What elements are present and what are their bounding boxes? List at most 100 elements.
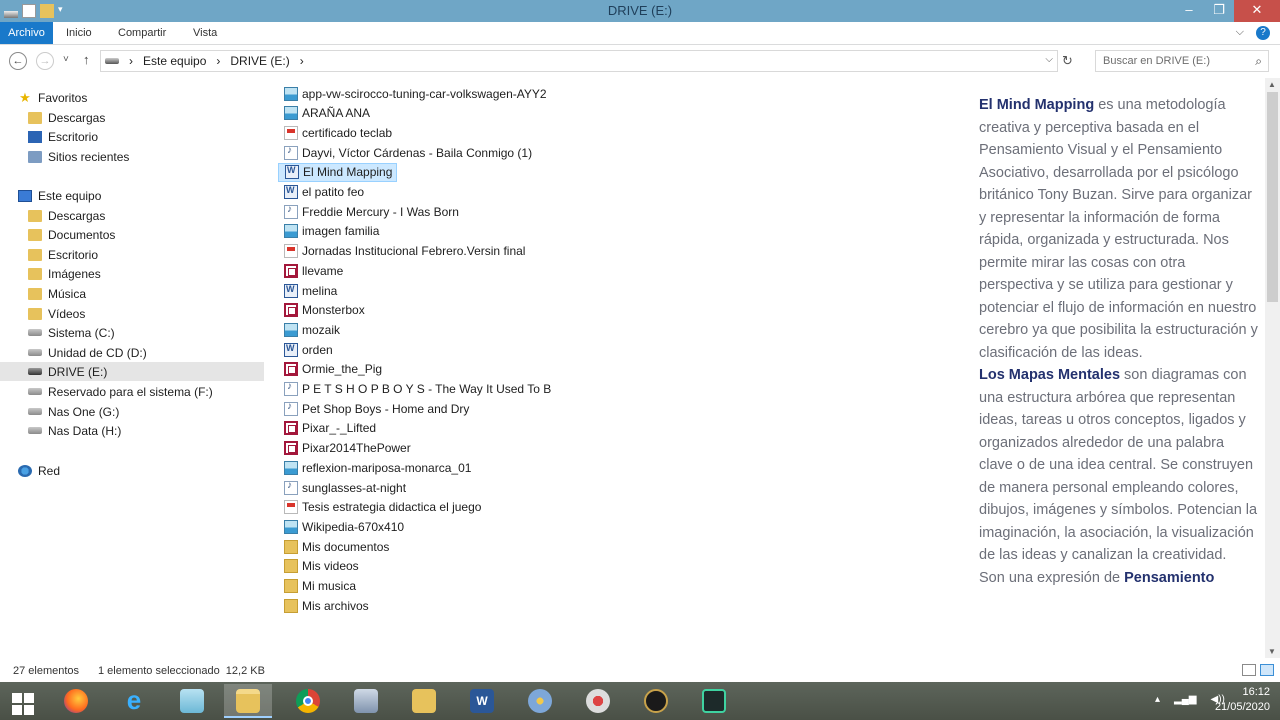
start-button[interactable] — [0, 684, 48, 718]
file-row[interactable]: ARAÑA ANA — [278, 104, 374, 123]
file-row[interactable]: certificado teclab — [278, 123, 396, 142]
breadcrumb-este-equipo[interactable]: Este equipo — [143, 54, 206, 68]
search-input[interactable]: Buscar en DRIVE (E:) ⌕ — [1095, 50, 1269, 72]
nav-drive-e[interactable]: DRIVE (E:) — [0, 362, 264, 381]
search-icon[interactable]: ⌕ — [1255, 54, 1262, 69]
nav-fav-descargas[interactable]: Descargas — [0, 108, 264, 127]
recent-locations-icon[interactable]: ˅ — [63, 54, 69, 65]
preview-heading-mapas-mentales: Los Mapas Mentales — [979, 367, 1121, 383]
hard-drive-icon — [28, 388, 42, 395]
nav-label: Vídeos — [48, 306, 86, 321]
up-button[interactable]: ↑ — [83, 52, 90, 67]
internet-explorer-icon[interactable]: e — [110, 684, 158, 718]
address-bar[interactable]: › Este equipo › DRIVE (E:) › ⌵ — [100, 50, 1058, 72]
nav-nas-data-h[interactable]: Nas Data (H:) — [0, 421, 264, 440]
keyboard-icon[interactable] — [342, 684, 390, 718]
large-icons-view-icon[interactable] — [1260, 664, 1274, 676]
firefox-icon[interactable] — [52, 684, 100, 718]
nav-red[interactable]: Red — [0, 461, 264, 480]
file-row[interactable]: Tesis estrategia didactica el juego — [278, 498, 485, 517]
file-row[interactable]: El Mind Mapping — [278, 162, 398, 182]
preview-text: El Mind Mapping es una metodología creat… — [979, 94, 1259, 589]
nav-label: Descargas — [48, 208, 106, 223]
file-row[interactable]: Pixar2014ThePower — [278, 439, 415, 458]
paint-icon[interactable] — [516, 684, 564, 718]
expand-ribbon-icon[interactable]: ⌵ — [1236, 26, 1244, 40]
filmora-icon[interactable] — [690, 684, 738, 718]
close-button[interactable]: ✕ — [1234, 0, 1280, 22]
preview-scrollbar[interactable]: ▲ ▼ — [1265, 78, 1280, 658]
nav-musica[interactable]: Música — [0, 284, 264, 303]
maximize-button[interactable]: ❐ — [1204, 0, 1234, 22]
file-row[interactable]: melina — [278, 281, 341, 300]
clock[interactable]: 16:12 21/05/2020 — [1215, 685, 1270, 715]
league-of-legends-icon[interactable] — [632, 684, 680, 718]
file-row[interactable]: Mis videos — [278, 557, 363, 576]
tab-compartir[interactable]: Compartir — [118, 22, 166, 44]
nav-label: DRIVE (E:) — [48, 364, 108, 379]
nav-documentos[interactable]: Documentos — [0, 225, 264, 244]
show-hidden-icons-icon[interactable]: ▴ — [1155, 694, 1160, 705]
file-row[interactable]: Mis documentos — [278, 537, 393, 556]
file-row[interactable]: orden — [278, 340, 337, 359]
nav-favoritos[interactable]: ★ Favoritos — [0, 88, 264, 107]
nav-este-equipo[interactable]: Este equipo — [0, 186, 264, 205]
breadcrumb-drive[interactable]: DRIVE (E:) — [230, 54, 289, 68]
nav-fav-escritorio[interactable]: Escritorio — [0, 127, 264, 146]
file-row[interactable]: Mis archivos — [278, 596, 373, 615]
nav-label: Documentos — [48, 227, 116, 242]
file-row[interactable]: Pixar_-_Lifted — [278, 419, 380, 438]
file-row[interactable]: Dayvi, Víctor Cárdenas - Baila Conmigo (… — [278, 143, 536, 162]
scroll-up-icon[interactable]: ▲ — [1268, 80, 1276, 89]
file-name: Dayvi, Víctor Cárdenas - Baila Conmigo (… — [302, 145, 533, 160]
address-dropdown-icon[interactable]: ⌵ — [1045, 54, 1053, 65]
details-view-icon[interactable] — [1242, 664, 1256, 676]
notepad-icon[interactable] — [168, 684, 216, 718]
file-row[interactable]: Freddie Mercury - I Was Born — [278, 202, 463, 221]
network-signal-icon[interactable]: ▂▄▆ — [1174, 694, 1196, 705]
file-row[interactable]: sunglasses-at-night — [278, 478, 410, 497]
file-row[interactable]: imagen familia — [278, 222, 383, 241]
nav-imagenes[interactable]: Imágenes — [0, 264, 264, 283]
tab-inicio[interactable]: Inicio — [66, 22, 92, 44]
nav-fav-sitios-recientes[interactable]: Sitios recientes — [0, 147, 264, 166]
file-row[interactable]: reflexion-mariposa-monarca_01 — [278, 458, 475, 477]
minimize-button[interactable]: – — [1174, 0, 1204, 22]
file-explorer-icon[interactable] — [224, 684, 272, 718]
nav-nas-one-g[interactable]: Nas One (G:) — [0, 402, 264, 421]
back-button[interactable]: ← — [9, 52, 27, 70]
file-row[interactable]: el patito feo — [278, 183, 368, 202]
audio-file-icon — [284, 381, 298, 396]
nav-videos[interactable]: Vídeos — [0, 304, 264, 323]
file-row[interactable]: mozaik — [278, 320, 344, 339]
star-icon: ★ — [19, 89, 31, 105]
nav-descargas[interactable]: Descargas — [0, 206, 264, 225]
nav-reservado-f[interactable]: Reservado para el sistema (F:) — [0, 382, 264, 401]
file-row[interactable]: Wikipedia-670x410 — [278, 517, 408, 536]
word-icon[interactable]: W — [458, 684, 506, 718]
nav-escritorio[interactable]: Escritorio — [0, 245, 264, 264]
refresh-icon[interactable]: ↻ — [1062, 53, 1073, 69]
file-row[interactable]: Jornadas Institucional Febrero.Versin fi… — [278, 242, 529, 261]
snipping-tool-icon[interactable] — [574, 684, 622, 718]
file-row[interactable]: Monsterbox — [278, 301, 369, 320]
file-row[interactable]: Ormie_the_Pig — [278, 360, 386, 379]
file-row[interactable]: Pet Shop Boys - Home and Dry — [278, 399, 473, 418]
image-file-icon — [284, 86, 298, 101]
file-row[interactable]: P E T S H O P B O Y S - The Way It Used … — [278, 380, 555, 399]
help-icon[interactable]: ? — [1256, 26, 1270, 40]
tab-archivo[interactable]: Archivo — [0, 22, 53, 44]
nav-unidad-cd-d[interactable]: Unidad de CD (D:) — [0, 343, 264, 362]
file-name: certificado teclab — [302, 125, 393, 140]
scroll-down-icon[interactable]: ▼ — [1268, 647, 1276, 656]
forward-button[interactable]: → — [36, 52, 54, 70]
chrome-icon[interactable] — [284, 684, 332, 718]
desktop-icon — [28, 130, 42, 143]
file-row[interactable]: app-vw-scirocco-tuning-car-volkswagen-AY… — [278, 84, 551, 103]
tab-vista[interactable]: Vista — [193, 22, 217, 44]
file-row[interactable]: llevame — [278, 261, 347, 280]
folder-key-icon[interactable] — [400, 684, 448, 718]
nav-sistema-c[interactable]: Sistema (C:) — [0, 323, 264, 342]
file-row[interactable]: Mi musica — [278, 577, 360, 596]
scrollbar-thumb[interactable] — [1267, 92, 1278, 302]
